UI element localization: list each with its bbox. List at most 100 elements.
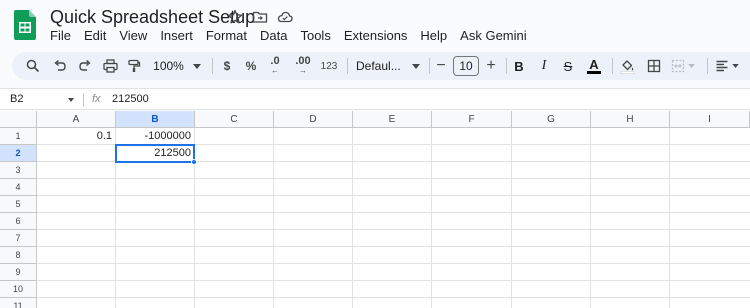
- row-header-1[interactable]: 1: [0, 128, 37, 145]
- chevron-down-icon: [688, 64, 695, 68]
- row-header-7[interactable]: 7: [0, 230, 37, 247]
- font-size-input[interactable]: 10: [453, 56, 479, 76]
- row-header-4[interactable]: 4: [0, 179, 37, 196]
- menu-extensions[interactable]: Extensions: [344, 28, 408, 43]
- row-header-9[interactable]: 9: [0, 264, 37, 281]
- decrease-decimals-button[interactable]: .0 ←: [265, 52, 285, 80]
- menu-view[interactable]: View: [119, 28, 147, 43]
- spreadsheet-grid: A B C D E F G H I 1 2 3 4 5 6 7 8 9 10 1…: [0, 111, 750, 308]
- font-value: Defaul...: [356, 59, 401, 73]
- redo-icon: [79, 59, 91, 71]
- menu-file[interactable]: File: [50, 28, 71, 43]
- search-menus-button[interactable]: [24, 52, 42, 80]
- minus-icon: −: [436, 57, 446, 74]
- menu-format[interactable]: Format: [206, 28, 247, 43]
- align-left-icon: [716, 60, 728, 72]
- move-to-folder-icon[interactable]: [252, 9, 268, 25]
- percent-label: %: [245, 59, 257, 73]
- font-size-value: 10: [459, 59, 473, 73]
- row-header-10[interactable]: 10: [0, 281, 37, 298]
- bold-icon: B: [514, 58, 524, 74]
- column-header-g[interactable]: G: [512, 111, 591, 128]
- font-select[interactable]: Defaul...: [356, 52, 420, 80]
- column-header-b[interactable]: B: [116, 111, 195, 128]
- italic-button[interactable]: I: [536, 52, 552, 80]
- column-header-d[interactable]: D: [274, 111, 353, 128]
- redo-button[interactable]: [76, 52, 94, 80]
- gridline: [590, 128, 591, 308]
- name-box[interactable]: B2: [10, 93, 23, 105]
- toolbar-divider: [429, 58, 430, 74]
- document-title[interactable]: Quick Spreadsheet Setup: [50, 7, 255, 28]
- menu-tools[interactable]: Tools: [300, 28, 330, 43]
- strikethrough-button[interactable]: S: [560, 52, 576, 80]
- increase-font-size-button[interactable]: +: [483, 52, 499, 80]
- row-header-11[interactable]: 11: [0, 298, 37, 308]
- cell-a1[interactable]: 0.1: [37, 128, 115, 144]
- merge-cells-button[interactable]: [668, 52, 698, 80]
- cell-b1[interactable]: -1000000: [116, 128, 194, 144]
- column-header-a[interactable]: A: [37, 111, 116, 128]
- chevron-down-icon: [732, 64, 739, 68]
- menu-insert[interactable]: Insert: [160, 28, 193, 43]
- gridline: [431, 128, 432, 308]
- paint-format-button[interactable]: [125, 52, 143, 80]
- formula-input[interactable]: 212500: [112, 93, 149, 105]
- increase-decimals-button[interactable]: .00 →: [291, 52, 315, 80]
- row-header-8[interactable]: 8: [0, 247, 37, 264]
- row-header-3[interactable]: 3: [0, 162, 37, 179]
- horizontal-align-button[interactable]: [712, 52, 742, 80]
- fill-handle[interactable]: [191, 159, 197, 165]
- text-color-swatch: [587, 70, 601, 74]
- text-color-button[interactable]: A: [585, 52, 603, 80]
- toolbar: 100% $ % .0 ← .00 → 123 Defaul... − 10 +…: [12, 52, 750, 80]
- active-cell-selection: [115, 144, 195, 163]
- column-header-h[interactable]: H: [591, 111, 670, 128]
- menu-ask-gemini[interactable]: Ask Gemini: [460, 28, 526, 43]
- increase-decimals-label: .00: [295, 55, 311, 67]
- formula-bar-divider: [83, 93, 84, 107]
- paint-format-icon: [128, 59, 141, 72]
- undo-button[interactable]: [51, 52, 69, 80]
- title-bar: Quick Spreadsheet Setup File Edit View I…: [0, 0, 750, 50]
- column-header-c[interactable]: C: [195, 111, 274, 128]
- column-header-f[interactable]: F: [432, 111, 512, 128]
- more-formats-label: 123: [320, 60, 338, 72]
- decrease-font-size-button[interactable]: −: [433, 52, 449, 80]
- search-icon: [26, 59, 40, 73]
- print-button[interactable]: [101, 52, 119, 80]
- format-percent-button[interactable]: %: [243, 52, 259, 80]
- borders-icon: [647, 59, 661, 73]
- row-header-5[interactable]: 5: [0, 196, 37, 213]
- menu-edit[interactable]: Edit: [84, 28, 106, 43]
- star-icon[interactable]: [227, 9, 243, 25]
- cloud-status-icon[interactable]: [277, 9, 293, 25]
- undo-icon: [54, 59, 66, 71]
- column-header-i[interactable]: I: [670, 111, 750, 128]
- more-formats-button[interactable]: 123: [318, 52, 340, 80]
- zoom-select[interactable]: 100%: [152, 52, 202, 80]
- menu-data[interactable]: Data: [260, 28, 287, 43]
- fill-color-button[interactable]: [618, 52, 636, 80]
- toolbar-divider: [506, 58, 507, 74]
- column-header-e[interactable]: E: [353, 111, 432, 128]
- gridline: [669, 128, 670, 308]
- chevron-down-icon[interactable]: [68, 98, 74, 102]
- gridline: [352, 128, 353, 308]
- arrow-right-icon: →: [299, 66, 307, 75]
- sheets-logo-icon[interactable]: [14, 10, 36, 40]
- arrow-left-icon: ←: [271, 66, 279, 75]
- select-all-corner[interactable]: [0, 111, 37, 128]
- row-header-6[interactable]: 6: [0, 213, 37, 230]
- bold-button[interactable]: B: [511, 52, 527, 80]
- gridline: [511, 128, 512, 308]
- currency-label: $: [223, 59, 231, 73]
- borders-button[interactable]: [645, 52, 663, 80]
- formula-bar: B2 fx 212500: [0, 88, 750, 110]
- menu-help[interactable]: Help: [420, 28, 447, 43]
- format-currency-button[interactable]: $: [219, 52, 235, 80]
- plus-icon: +: [486, 57, 496, 74]
- text-color-icon: A: [589, 56, 599, 72]
- row-header-2[interactable]: 2: [0, 145, 37, 162]
- paint-bucket-icon: [620, 59, 634, 74]
